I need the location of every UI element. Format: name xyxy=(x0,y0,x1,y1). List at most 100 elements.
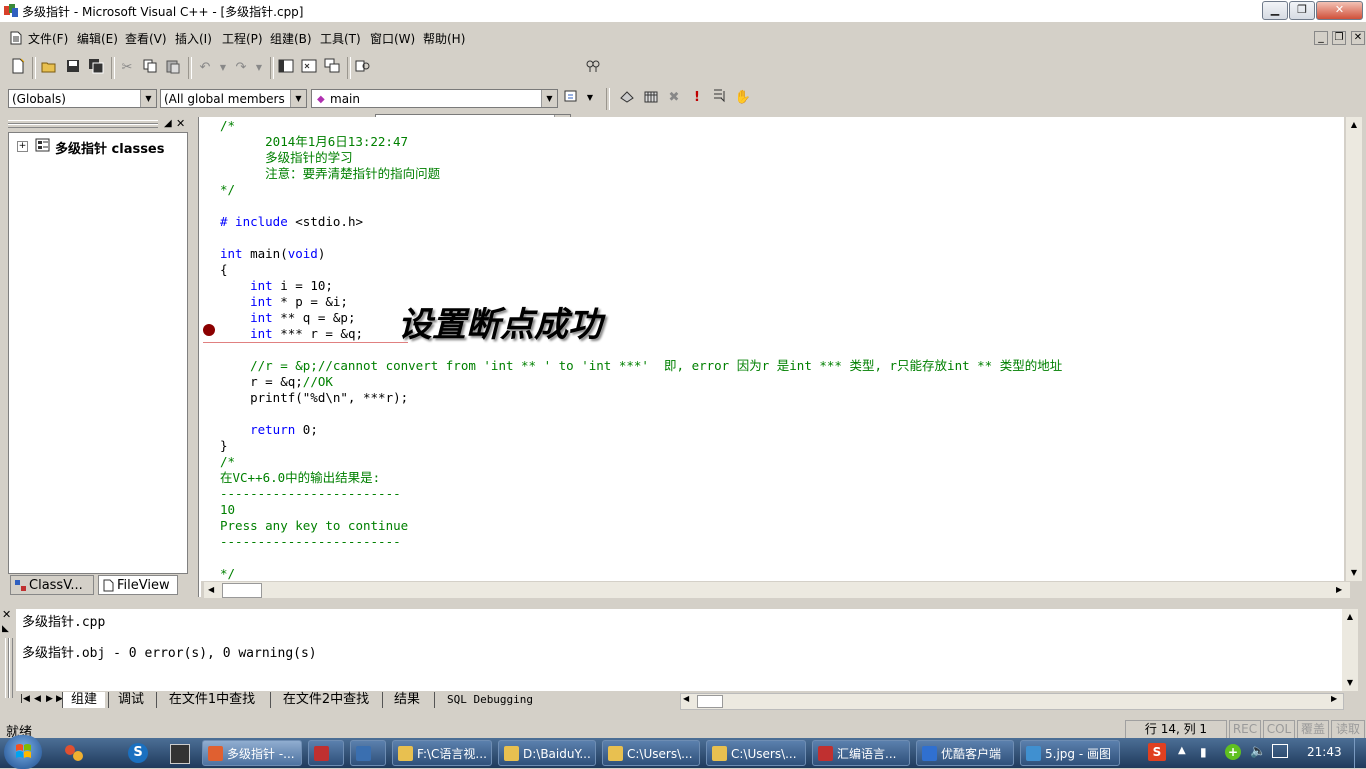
pinned-media-icon[interactable] xyxy=(170,744,190,764)
taskbar-item[interactable] xyxy=(308,740,344,766)
scroll-down-icon[interactable]: ▼ xyxy=(1342,675,1358,691)
menu-item[interactable]: 组建(B) xyxy=(270,30,312,47)
menu-item[interactable]: 查看(V) xyxy=(125,30,167,47)
scroll-up-icon[interactable]: ▲ xyxy=(1346,117,1362,133)
wizard-dropdown-icon[interactable]: ▼ xyxy=(580,88,600,108)
volume-icon[interactable]: 🔈 xyxy=(1250,744,1266,759)
taskbar-item[interactable]: D:\BaiduY... xyxy=(498,740,596,766)
output-tab[interactable]: 结果 xyxy=(382,692,431,708)
menu-item[interactable]: 帮助(H) xyxy=(423,30,465,47)
taskbar-item[interactable]: F:\C语言视... xyxy=(392,740,492,766)
paste-icon[interactable] xyxy=(163,58,183,78)
pinned-app-icon[interactable] xyxy=(64,744,84,762)
output-tab[interactable]: 在文件2中查找 xyxy=(270,692,381,708)
doc-minimize-button[interactable]: _ xyxy=(1314,31,1328,45)
taskbar-item[interactable]: 优酷客户端 xyxy=(916,740,1014,766)
usb-icon[interactable]: ▮ xyxy=(1200,745,1207,759)
breakpoint-icon[interactable] xyxy=(203,324,215,336)
scroll-right-icon[interactable]: ▶ xyxy=(1331,694,1337,703)
window-list-icon[interactable] xyxy=(322,58,342,78)
output-tab[interactable]: 调试 xyxy=(108,692,153,708)
menu-item[interactable]: 窗口(W) xyxy=(370,30,415,47)
menu-item[interactable]: 文件(F) xyxy=(28,30,68,47)
close-icon[interactable]: ✕ xyxy=(2,608,11,621)
doc-restore-button[interactable]: ❐ xyxy=(1332,31,1346,45)
go-icon[interactable] xyxy=(709,88,729,108)
security-icon[interactable]: + xyxy=(1225,744,1241,760)
taskbar-item[interactable]: C:\Users\... xyxy=(706,740,806,766)
ime-icon[interactable]: S xyxy=(1148,743,1166,761)
output-tab[interactable]: 在文件1中查找 xyxy=(156,692,267,708)
stop-build-icon[interactable]: ✖ xyxy=(664,88,684,108)
scroll-left-icon[interactable]: ◀ xyxy=(683,694,689,703)
network-icon[interactable] xyxy=(1272,744,1288,758)
tab-scroll-first-icon[interactable]: |◀ xyxy=(20,694,30,704)
wizard-action-icon[interactable] xyxy=(562,88,582,108)
breakpoint-hand-icon[interactable]: ✋ xyxy=(733,88,753,108)
menu-item[interactable]: 工程(P) xyxy=(222,30,263,47)
find-icon[interactable] xyxy=(583,58,603,78)
chevron-down-icon[interactable]: ▼ xyxy=(290,90,306,107)
copy-icon[interactable] xyxy=(140,58,160,78)
close-icon[interactable]: ✕ xyxy=(176,117,185,130)
close-button[interactable]: ✕ xyxy=(1316,1,1363,20)
dock-icon[interactable]: ◢ xyxy=(164,118,172,129)
output-tab[interactable]: SQL Debugging xyxy=(434,692,545,708)
dock-icon[interactable]: ◣ xyxy=(2,624,9,634)
output-horizontal-scrollbar[interactable]: ◀ ▶ xyxy=(680,693,1344,710)
build-icon[interactable] xyxy=(641,88,661,108)
compile-icon[interactable] xyxy=(617,88,637,108)
taskbar-item[interactable]: C:\Users\... xyxy=(602,740,700,766)
function-combo[interactable]: ◆ main ▼ xyxy=(311,89,558,108)
output-vertical-scrollbar[interactable]: ▲ ▼ xyxy=(1342,609,1358,691)
clock[interactable]: 21:43 xyxy=(1307,745,1342,759)
menu-item[interactable]: 工具(T) xyxy=(320,30,361,47)
editor-vertical-scrollbar[interactable]: ▲ ▼ xyxy=(1346,117,1362,581)
undo-dropdown-icon[interactable]: ▼ xyxy=(213,58,233,78)
output-window-icon[interactable] xyxy=(299,58,319,78)
editor-horizontal-scrollbar[interactable]: ◀ ▶ xyxy=(204,582,1350,598)
pinned-browser-icon[interactable]: S xyxy=(128,743,148,763)
tray-expand-icon[interactable]: ▲ xyxy=(1178,745,1186,756)
scroll-left-icon[interactable]: ◀ xyxy=(208,582,214,598)
minimize-button[interactable]: ▁ xyxy=(1262,1,1288,20)
chevron-down-icon[interactable]: ▼ xyxy=(541,90,557,107)
tree-root-label[interactable]: 多级指针 classes xyxy=(55,138,165,157)
output-tab[interactable]: 组建 xyxy=(62,692,105,708)
new-text-file-icon[interactable] xyxy=(8,58,28,78)
tab-scroll-next-icon[interactable]: ▶ xyxy=(46,694,53,704)
scroll-down-icon[interactable]: ▼ xyxy=(1346,565,1362,581)
start-button[interactable] xyxy=(4,735,42,769)
open-folder-icon[interactable] xyxy=(39,58,59,78)
menu-item[interactable]: 插入(I) xyxy=(175,30,212,47)
taskbar-item[interactable]: 5.jpg - 画图 xyxy=(1020,740,1120,766)
doc-close-button[interactable]: ✕ xyxy=(1351,31,1365,45)
tab-scroll-prev-icon[interactable]: ◀ xyxy=(34,694,41,704)
tab-fileview[interactable]: FileView xyxy=(98,575,178,595)
redo-dropdown-icon[interactable]: ▼ xyxy=(249,58,269,78)
taskbar-item[interactable]: 多级指针 -... xyxy=(202,740,302,766)
restore-button[interactable]: ❐ xyxy=(1289,1,1315,20)
taskbar-item[interactable] xyxy=(350,740,386,766)
cut-icon[interactable]: ✂ xyxy=(117,58,137,78)
scope-combo[interactable]: (Globals) ▼ xyxy=(8,89,157,108)
find-in-files-icon[interactable] xyxy=(353,58,373,78)
menu-item[interactable]: 编辑(E) xyxy=(77,30,118,47)
undo-icon[interactable]: ↶ xyxy=(195,58,215,78)
save-icon[interactable] xyxy=(63,58,83,78)
scroll-right-icon[interactable]: ▶ xyxy=(1336,582,1342,598)
show-desktop-button[interactable] xyxy=(1354,738,1366,768)
save-all-icon[interactable] xyxy=(86,58,106,78)
chevron-down-icon[interactable]: ▼ xyxy=(140,90,156,107)
code-editor[interactable]: /* 2014年1月6日13:22:47 多级指针的学习 注意：要弄清楚指针的指… xyxy=(198,117,1344,581)
tab-classview[interactable]: ClassV... xyxy=(10,575,94,595)
expand-icon[interactable]: + xyxy=(17,141,28,152)
scroll-thumb[interactable] xyxy=(222,583,262,598)
scroll-up-icon[interactable]: ▲ xyxy=(1342,609,1358,625)
taskbar-item[interactable]: 汇编语言... xyxy=(812,740,910,766)
execute-icon[interactable]: ! xyxy=(687,88,707,108)
members-combo[interactable]: (All global members ▼ xyxy=(160,89,307,108)
redo-icon[interactable]: ↷ xyxy=(231,58,251,78)
scroll-thumb[interactable] xyxy=(697,695,723,708)
workspace-icon[interactable] xyxy=(276,58,296,78)
